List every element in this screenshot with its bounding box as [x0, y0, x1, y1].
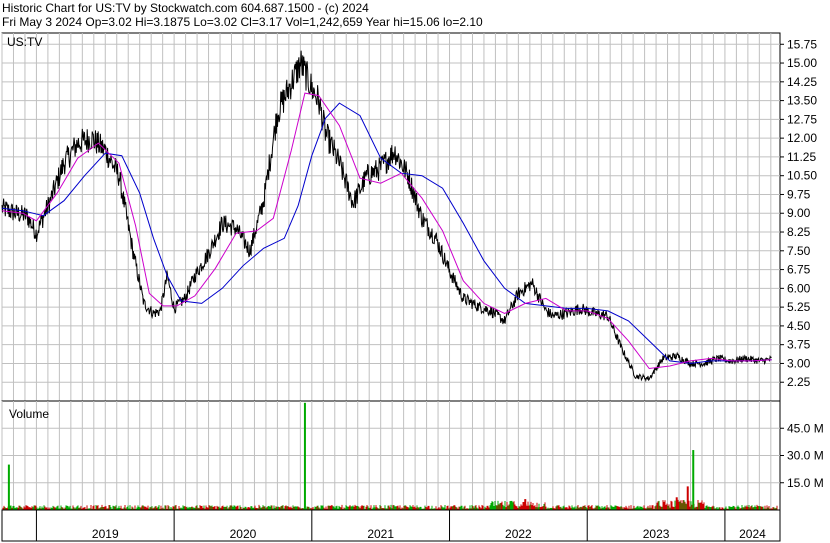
volume-spike-bar: [510, 500, 513, 510]
volume-spike-bar: [675, 497, 678, 510]
price-y-tick-label: 11.25: [787, 150, 816, 164]
volume-y-tick-label: 45.0 M: [787, 421, 824, 435]
price-y-tick-label: 3.75: [787, 338, 811, 352]
price-y-tick-label: 12.00: [787, 131, 817, 145]
year-tick-label: 2023: [643, 527, 670, 541]
price-y-tick-label: 7.50: [787, 244, 811, 258]
price-y-tick-label: 9.00: [787, 206, 811, 220]
volume-spike-bar: [686, 486, 689, 510]
price-y-tick-label: 12.75: [787, 112, 817, 126]
price-y-tick-label: 15.75: [787, 37, 817, 51]
volume-spike-bar: [524, 499, 527, 510]
price-y-tick-label: 5.25: [787, 300, 811, 314]
price-panel-label: US:TV: [7, 35, 42, 49]
stock-chart: 15.75 15.00 14.25 13.50 12.75 12.00 11.25 10.50…: [1, 32, 824, 542]
year-tick-label: 2021: [367, 527, 394, 541]
volume-panel-label: Volume: [9, 407, 49, 421]
volume-spike-bar: [7, 464, 10, 510]
price-y-tick-label: 9.75: [787, 187, 811, 201]
price-y-tick-label: 8.25: [787, 225, 811, 239]
price-panel-frame: [1, 32, 781, 402]
year-tick-label: 2022: [505, 527, 532, 541]
price-y-tick-label: 10.50: [787, 169, 817, 183]
price-y-ticks: 15.75 15.00 14.25 13.50 12.75 12.00 11.25 10.50…: [780, 37, 817, 389]
price-y-tick-label: 6.00: [787, 281, 811, 295]
volume-y-tick-label: 30.0 M: [787, 449, 824, 463]
price-y-tick-label: 2.25: [787, 375, 811, 389]
volume-y-tick-label: 15.0 M: [787, 476, 824, 490]
price-y-tick-label: 13.50: [787, 94, 817, 108]
volume-spike-bar: [692, 450, 695, 510]
year-tick-label: 2019: [92, 527, 119, 541]
price-y-tick-label: 6.75: [787, 263, 811, 277]
volume-spike-bar: [303, 402, 306, 510]
year-tick-label: 2024: [739, 527, 766, 541]
price-y-tick-label: 14.25: [787, 75, 817, 89]
price-y-tick-label: 4.50: [787, 319, 811, 333]
year-tick-label: 2020: [230, 527, 257, 541]
volume-y-ticks: 45.0 M 30.0 M 15.0 M: [780, 421, 824, 490]
price-y-tick-label: 3.00: [787, 356, 811, 370]
price-y-tick-label: 15.00: [787, 56, 817, 70]
